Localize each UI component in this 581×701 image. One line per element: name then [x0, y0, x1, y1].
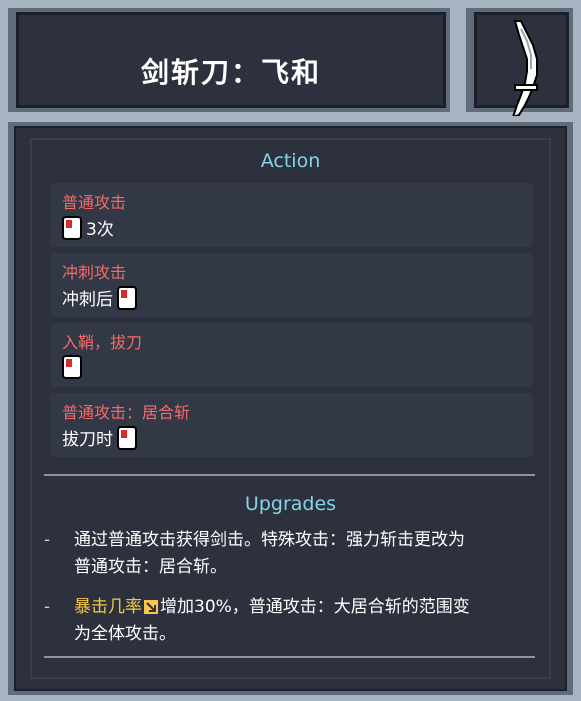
upgrade-text: 通过普通攻击获得剑击。特殊攻击：强力斩击更改为 普通攻击：居合斩。 — [74, 527, 536, 581]
crit-arrow-icon — [144, 600, 158, 614]
action-heading: Action — [260, 150, 321, 172]
action-line: 冲刺后 — [62, 285, 137, 310]
attack-button-icon — [62, 215, 82, 240]
upgrades-heading: Upgrades — [244, 493, 337, 515]
attack-button-icon — [62, 355, 82, 379]
attack-button-icon — [117, 285, 137, 310]
title-panel-inner: 剑斩刀：飞和 — [16, 12, 446, 108]
action-title: 普通攻击：居合斩 — [62, 403, 191, 422]
action-line-text: 拔刀时 — [62, 430, 113, 450]
list-dash: - — [44, 597, 51, 617]
list-dash: - — [44, 530, 51, 550]
upgrade-text: 暴击几率 增加30%，普通攻击：大居合斩的范围变 为全体攻击。 — [74, 594, 536, 648]
action-card-3: 入鞘，拔刀 — [50, 323, 533, 387]
icon-panel — [458, 0, 581, 120]
action-card-4: 普通攻击：居合斩 拔刀时 — [50, 393, 533, 457]
title-panel: 剑斩刀：飞和 — [0, 0, 458, 120]
action-line: 拔刀时 — [62, 425, 137, 450]
upgrade-line-rest: 增加30%，普通攻击：大居合斩的范围变 — [160, 597, 470, 617]
bottom-divider — [44, 656, 535, 658]
upgrade-line: 为全体攻击。 — [74, 624, 176, 644]
action-line-text: 冲刺后 — [62, 290, 113, 310]
upgrade-line: 普通攻击：居合斩。 — [74, 557, 227, 577]
icon-panel-inner — [474, 12, 569, 119]
action-line — [62, 355, 82, 379]
section-divider — [44, 474, 535, 476]
action-card-2: 冲刺攻击 冲刺后 — [50, 253, 533, 317]
action-title: 冲刺攻击 — [62, 263, 127, 282]
item-title: 剑斩刀：飞和 — [140, 56, 321, 89]
crit-chance-label: 暴击几率 — [74, 597, 142, 617]
upgrade-line: 暴击几率 增加30%，普通攻击：大居合斩的范围变 — [74, 594, 536, 621]
curved-blade-icon — [511, 20, 538, 119]
action-title: 普通攻击 — [62, 193, 127, 212]
upgrade-line: 通过普通攻击获得剑击。特殊攻击：强力斩击更改为 — [74, 530, 465, 550]
action-line: 3次 — [62, 215, 114, 240]
action-card-1: 普通攻击 3次 — [50, 183, 533, 247]
attack-button-icon — [117, 425, 137, 450]
action-line-text: 3次 — [86, 220, 114, 240]
action-title: 入鞘，拔刀 — [62, 333, 143, 352]
